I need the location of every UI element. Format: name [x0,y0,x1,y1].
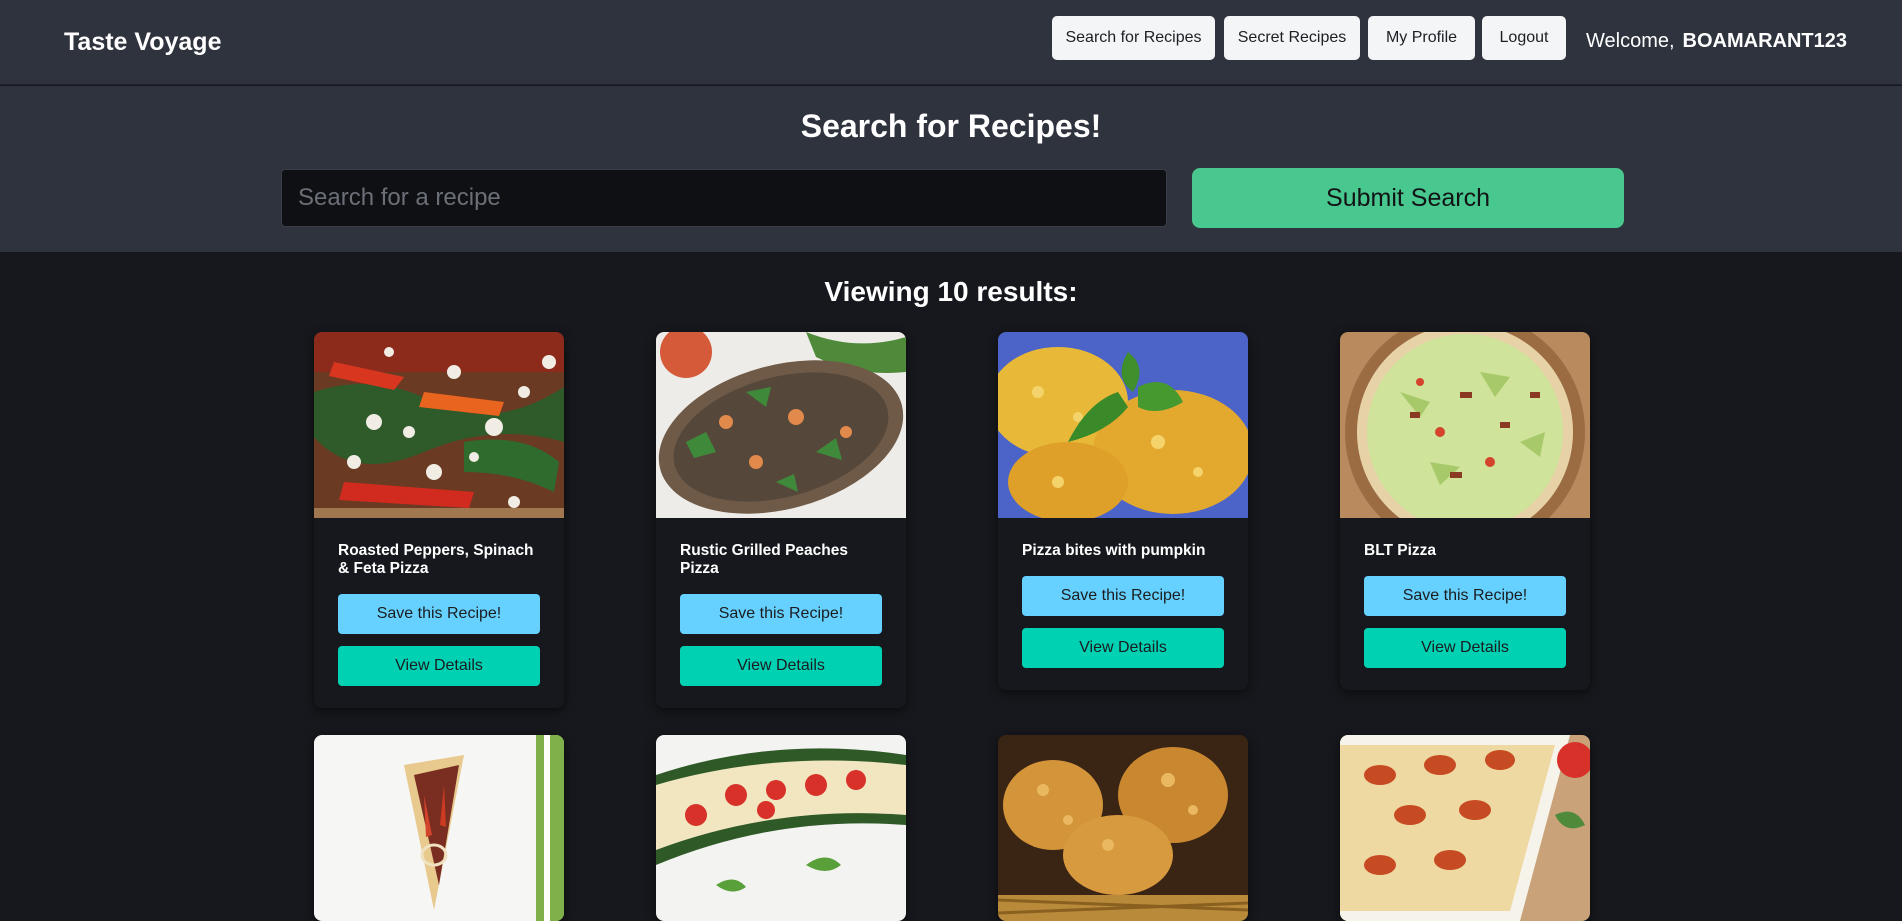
recipe-image[interactable] [314,735,564,921]
search-input[interactable] [281,169,1167,227]
nav-secret-recipes-button[interactable]: Secret Recipes [1224,16,1360,60]
recipe-image[interactable] [656,735,906,921]
recipe-card [656,735,906,921]
view-details-button[interactable]: View Details [1364,628,1566,668]
view-details-button[interactable]: View Details [338,646,540,686]
recipe-title: Pizza bites with pumpkin [1022,542,1206,559]
recipe-card: Rustic Grilled Peaches Pizza Save this R… [656,332,906,708]
results-title: Viewing 10 results: [824,276,1078,307]
recipe-card: Roasted Peppers, Spinach & Feta Pizza Sa… [314,332,564,708]
nav-my-profile-button[interactable]: My Profile [1368,16,1475,60]
recipe-title: Rustic Grilled Peaches Pizza [680,542,848,577]
recipe-card [998,735,1248,921]
recipe-title: BLT Pizza [1364,542,1437,559]
recipe-image[interactable] [998,332,1248,518]
save-recipe-button[interactable]: Save this Recipe! [1022,576,1224,616]
save-recipe-button[interactable]: Save this Recipe! [1364,576,1566,616]
recipe-image[interactable] [1340,735,1590,921]
navbar: Taste Voyage Search for Recipes Secret R… [0,0,1902,85]
recipe-image[interactable] [1340,332,1590,518]
submit-search-button[interactable]: Submit Search [1192,168,1624,228]
recipe-image[interactable] [656,332,906,518]
recipe-card: BLT Pizza Save this Recipe! View Details [1340,332,1590,690]
username: BOAMARANT123 [1682,30,1848,52]
nav-search-recipes-button[interactable]: Search for Recipes [1052,16,1215,60]
save-recipe-button[interactable]: Save this Recipe! [680,594,882,634]
recipe-title: Roasted Peppers, Spinach & Feta Pizza [338,542,534,577]
nav-logout-button[interactable]: Logout [1482,16,1566,60]
recipe-card [314,735,564,921]
search-section: Search for Recipes! Submit Search [0,86,1902,252]
recipe-image[interactable] [314,332,564,518]
recipe-card: Pizza bites with pumpkin Save this Recip… [998,332,1248,690]
welcome-label: Welcome, [1586,30,1675,52]
search-title: Search for Recipes! [800,108,1102,144]
brand-logo[interactable]: Taste Voyage [64,28,221,57]
save-recipe-button[interactable]: Save this Recipe! [338,594,540,634]
view-details-button[interactable]: View Details [680,646,882,686]
welcome-message: Welcome, BOAMARANT123 [1586,30,1847,53]
recipe-image[interactable] [998,735,1248,921]
view-details-button[interactable]: View Details [1022,628,1224,668]
recipe-card [1340,735,1590,921]
